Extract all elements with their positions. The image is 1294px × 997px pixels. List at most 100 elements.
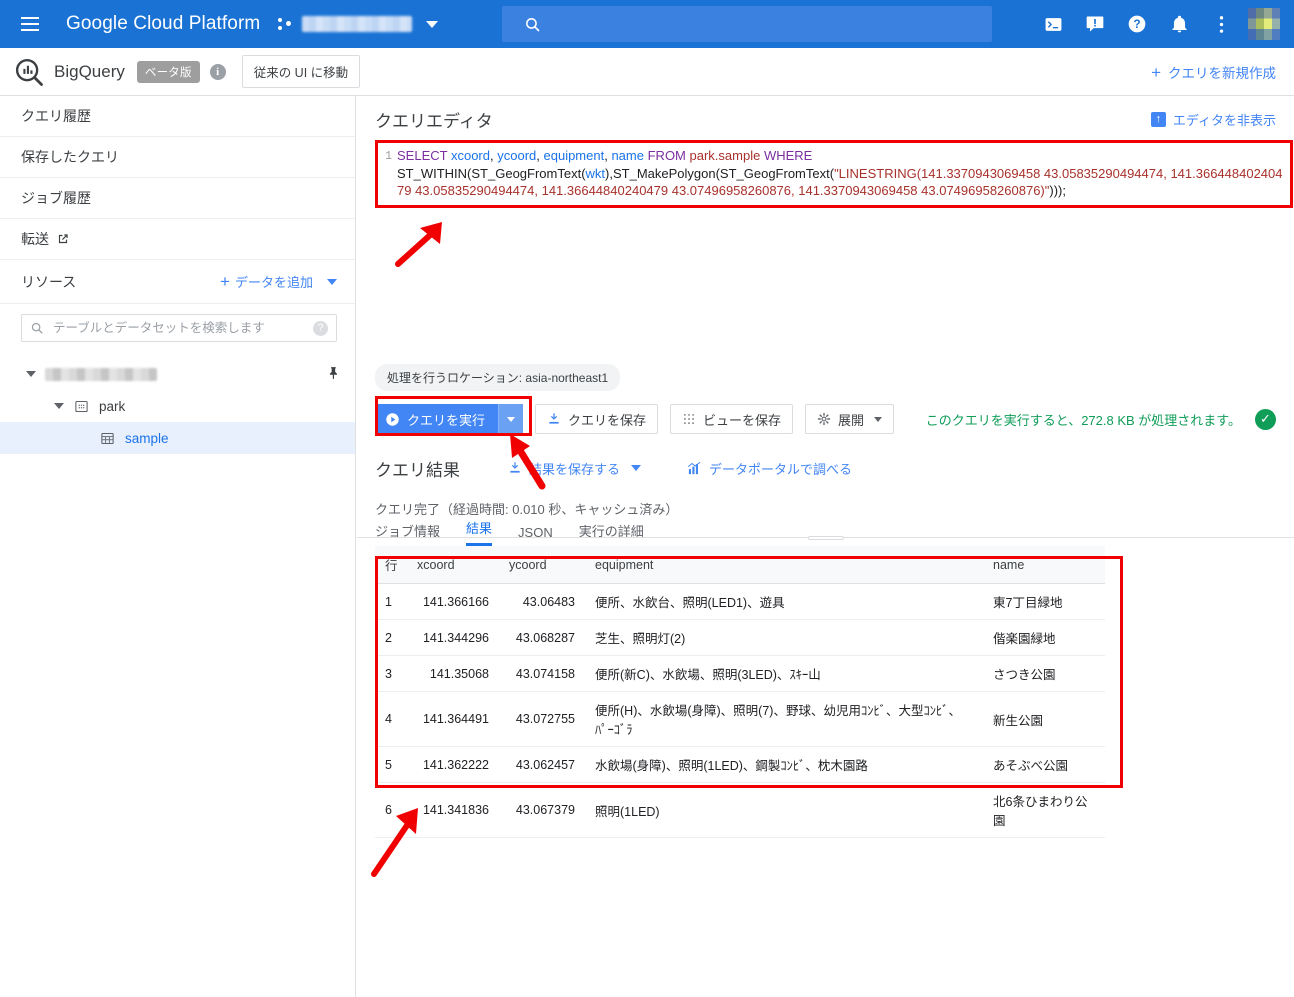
table-label: sample xyxy=(125,430,169,446)
cell-xcoord: 141.362222 xyxy=(407,746,499,783)
external-link-icon xyxy=(56,232,70,246)
chevron-down-icon xyxy=(327,278,337,285)
save-query-label: クエリを保存 xyxy=(568,412,647,428)
go-to-legacy-ui-button[interactable]: 従来の UI に移動 xyxy=(241,55,361,88)
column-header-ycoord[interactable]: ycoord xyxy=(499,546,585,584)
processing-location-badge: 処理を行うロケーション: asia-northeast1 xyxy=(375,364,621,391)
play-icon xyxy=(386,412,399,426)
expand-button[interactable]: 展開 xyxy=(805,404,895,434)
avatar[interactable] xyxy=(1248,8,1280,40)
table-row[interactable]: 3 141.35068 43.074158 便所(新C)、水飲場、照明(3LED)、ｽ… xyxy=(375,655,1105,692)
notifications-icon[interactable] xyxy=(1158,0,1200,48)
chevron-down-icon[interactable] xyxy=(26,371,36,377)
query-cost-estimate: このクエリを実行すると、272.8 KB が処理されます。 xyxy=(925,412,1241,428)
hide-editor-button[interactable]: エディタを非表示 xyxy=(1150,110,1276,129)
dataset-icon xyxy=(74,399,89,414)
run-query-button[interactable]: クエリを実行 xyxy=(375,404,524,434)
bigquery-sub-header: BigQuery ベータ版 i 従来の UI に移動 + クエリを新規作成 xyxy=(0,48,1294,96)
more-vert-icon[interactable] xyxy=(1200,0,1242,48)
tree-item-dataset-park[interactable]: park xyxy=(0,390,355,422)
column-header-equipment[interactable]: equipment xyxy=(585,546,983,584)
cell-equipment: 便所、水飲台、照明(LED1)、遊具 xyxy=(585,583,983,620)
save-view-button[interactable]: ビューを保存 xyxy=(670,404,794,434)
column-header-name[interactable]: name xyxy=(983,546,1105,584)
pin-icon[interactable] xyxy=(327,366,341,383)
table-row[interactable]: 5 141.362222 43.062457 水飲場(身障)、照明(1LED)、鋼製ｺ… xyxy=(375,746,1105,783)
compose-new-query-button[interactable]: + クエリを新規作成 xyxy=(1151,62,1276,82)
project-dropdown-caret-icon[interactable] xyxy=(426,20,439,28)
run-query-main[interactable]: クエリを実行 xyxy=(375,410,498,429)
sql-token: wkt xyxy=(585,165,606,181)
project-name-redacted[interactable] xyxy=(302,16,413,32)
sidebar-item-label: 保存したクエリ xyxy=(21,149,119,165)
results-table-container: 行 xcoord ycoord equipment name 1 141.3661… xyxy=(375,546,1105,838)
table-row[interactable]: 2 141.344296 43.068287 芝生、照明灯(2) 偕楽園緑地 xyxy=(375,619,1105,656)
tab-json[interactable]: JSON xyxy=(518,525,553,546)
grid-dots-icon xyxy=(684,414,694,424)
cell-name: 東7丁目緑地 xyxy=(983,583,1105,620)
global-search-box[interactable] xyxy=(502,6,992,42)
resize-grip-handle[interactable] xyxy=(807,536,844,540)
table-row[interactable]: 1 141.366166 43.06483 便所、水飲台、照明(LED1)、遊具 東7丁… xyxy=(375,583,1105,620)
project-selector-icon xyxy=(278,16,294,32)
search-input[interactable] xyxy=(51,320,313,336)
run-query-dropdown[interactable] xyxy=(498,404,524,434)
tree-item-table-sample[interactable]: sample xyxy=(0,422,355,454)
hamburger-menu-icon[interactable] xyxy=(6,0,54,48)
sidebar-item-label: 転送 xyxy=(21,231,49,247)
sidebar-item-query-history[interactable]: クエリ履歴 xyxy=(0,96,355,137)
query-complete-status: クエリ完了（経過時間: 0.010 秒、キャッシュ済み） xyxy=(375,502,679,517)
cell-xcoord: 141.364491 xyxy=(407,691,499,747)
save-view-label: ビューを保存 xyxy=(703,412,782,428)
compose-new-query-label: クエリを新規作成 xyxy=(1168,66,1276,81)
cell-xcoord: 141.341836 xyxy=(407,782,499,838)
search-icon xyxy=(526,17,540,31)
sql-text[interactable]: SELECT xcoord, ycoord, equipment, name F… xyxy=(397,147,1286,200)
sidebar-item-transfers[interactable]: 転送 xyxy=(0,219,355,260)
chevron-down-icon[interactable] xyxy=(54,403,64,409)
save-results-button[interactable]: 結果を保存する xyxy=(508,459,642,478)
help-icon[interactable]: ? xyxy=(313,320,328,336)
save-query-button[interactable]: クエリを保存 xyxy=(535,404,659,434)
cell-equipment: 照明(1LED) xyxy=(585,782,983,838)
explore-in-data-studio-button[interactable]: データポータルで調べる xyxy=(687,459,852,478)
results-table: 行 xcoord ycoord equipment name 1 141.3661… xyxy=(375,546,1105,838)
sidebar-item-saved-queries[interactable]: 保存したクエリ xyxy=(0,137,355,178)
add-data-button[interactable]: + データを追加 xyxy=(220,272,337,291)
sql-token: equipment xyxy=(543,148,605,163)
beta-badge: ベータ版 xyxy=(136,60,200,83)
sidebar-item-label: クエリ履歴 xyxy=(21,108,91,124)
cell-equipment: 芝生、照明灯(2) xyxy=(585,619,983,656)
feedback-icon[interactable] xyxy=(1074,0,1116,48)
cell-row: 1 xyxy=(375,583,407,620)
query-toolbar: クエリを実行 クエリを保存 ビューを保存 展開 このクエリを実行すると、272.… xyxy=(357,391,1294,437)
column-header-xcoord[interactable]: xcoord xyxy=(407,546,499,584)
help-icon[interactable]: ? xyxy=(1116,0,1158,48)
sql-token: SELECT xyxy=(397,148,448,163)
cell-xcoord: 141.344296 xyxy=(407,619,499,656)
tree-item-project[interactable] xyxy=(0,358,355,390)
tab-execution-details[interactable]: 実行の詳細 xyxy=(579,521,644,546)
sql-token: ),ST_MakePolygon(ST_GeogFromText( xyxy=(605,165,835,181)
header-icon-group: ? xyxy=(1032,0,1286,48)
save-download-icon xyxy=(549,413,559,424)
tab-results[interactable]: 結果 xyxy=(466,518,493,546)
cell-ycoord: 43.06483 xyxy=(499,583,585,620)
info-icon[interactable]: i xyxy=(209,63,226,80)
cloud-shell-icon[interactable] xyxy=(1032,0,1074,48)
sql-token: ycoord xyxy=(497,148,537,163)
table-row[interactable]: 6 141.341836 43.067379 照明(1LED) 北6条ひまわり公園 xyxy=(375,782,1105,838)
chevron-down-icon xyxy=(507,416,516,422)
resources-header: リソース + データを追加 xyxy=(0,260,355,304)
dataset-label: park xyxy=(99,398,126,414)
svg-text:?: ? xyxy=(1133,18,1140,31)
add-data-label: データを追加 xyxy=(234,275,313,290)
sql-code-editor[interactable]: 1 SELECT xcoord, ycoord, equipment, name… xyxy=(375,142,1290,348)
column-header-row[interactable]: 行 xyxy=(375,546,407,584)
resource-search-box[interactable]: ? xyxy=(21,314,337,342)
sidebar-item-job-history[interactable]: ジョブ履歴 xyxy=(0,178,355,219)
cell-name: さつき公園 xyxy=(983,655,1105,692)
tab-job-information[interactable]: ジョブ情報 xyxy=(375,521,440,546)
main-panel: クエリエディタ エディタを非表示 1 SELECT xcoord, ycoord… xyxy=(357,96,1294,997)
table-row[interactable]: 4 141.364491 43.072755 便所(H)、水飲場(身障)、照明(7)、… xyxy=(375,691,1105,747)
